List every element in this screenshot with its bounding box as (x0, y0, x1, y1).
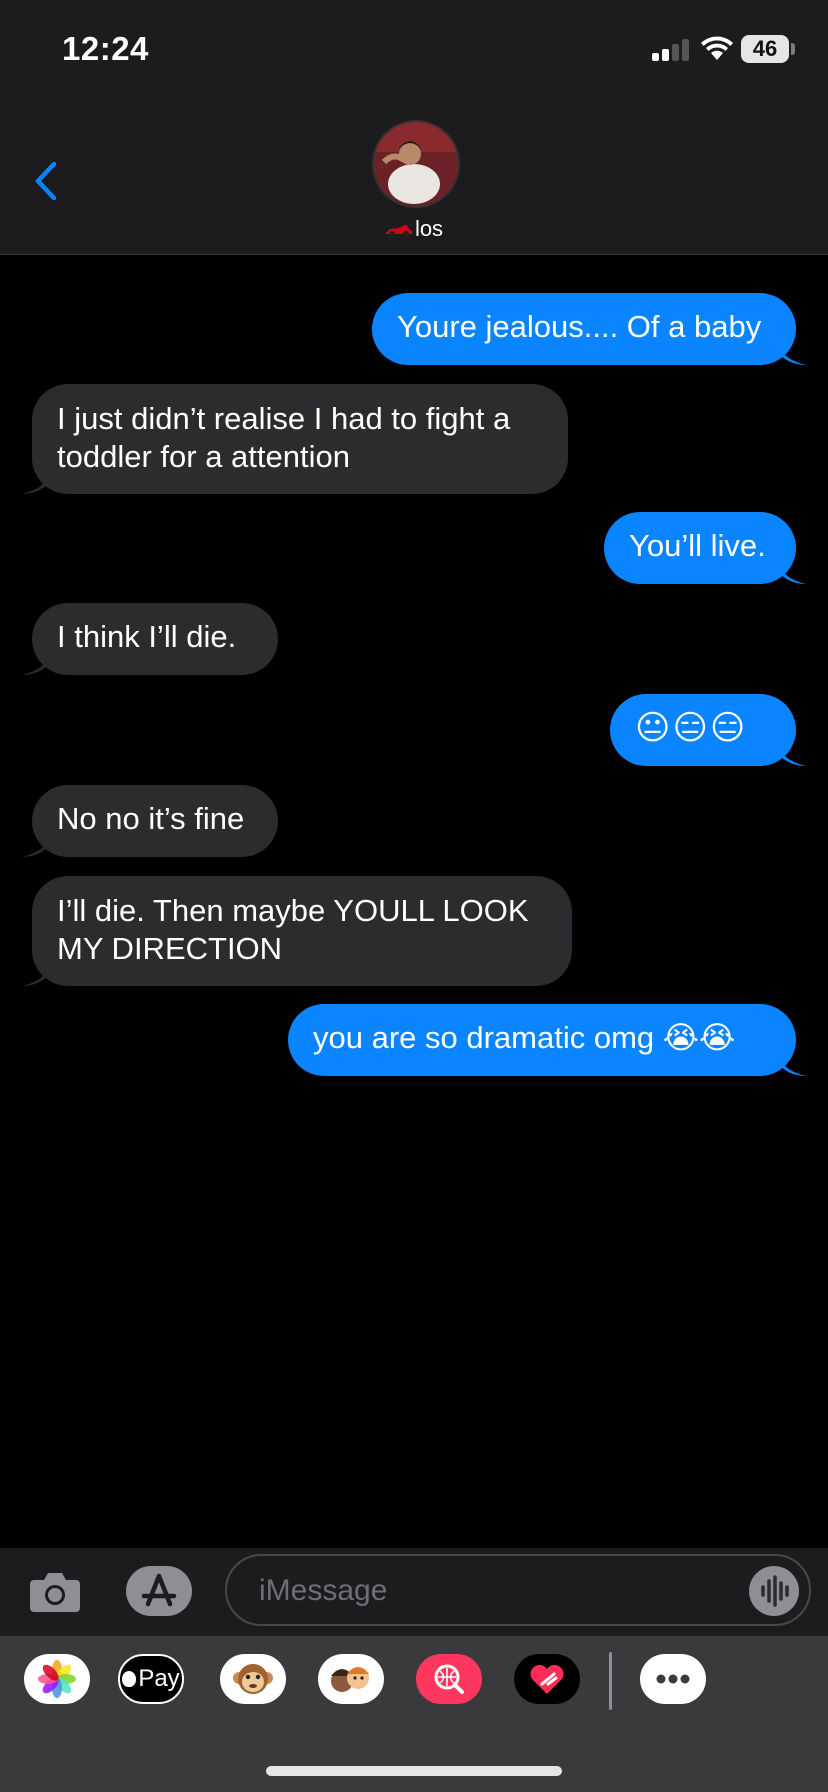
bubble-tail (22, 960, 52, 986)
status-time: 12:24 (62, 30, 149, 67)
contact-name: los (414, 216, 444, 241)
message-input[interactable] (257, 1568, 741, 1614)
message-text: you are so dramatic omg 😭😭 (313, 1020, 736, 1055)
apple-pay-app[interactable]: Pay (118, 1654, 184, 1704)
app-store-icon (141, 1573, 177, 1607)
bubble-tail (22, 831, 52, 857)
message-text: I think I’ll die. (57, 619, 237, 654)
home-indicator[interactable] (266, 1766, 562, 1776)
camera-icon[interactable] (28, 1568, 82, 1614)
message-text-line: I’ll die. Then maybe YOULL LOOK (57, 893, 529, 928)
back-chevron-icon[interactable] (30, 158, 62, 204)
message-text: You’ll live. (629, 528, 766, 563)
bubble-tail (776, 740, 806, 766)
app-store-button[interactable] (126, 1566, 192, 1616)
conversation-header: 12:24 46 los (0, 0, 828, 255)
apple-pay-label: Pay (138, 1665, 180, 1692)
message-text-line: I just didn’t realise I had to fight a (57, 401, 511, 436)
photos-app[interactable] (24, 1654, 90, 1704)
audio-message-button[interactable] (749, 1566, 799, 1616)
bubble-tail (22, 468, 52, 494)
message-text-line: toddler for a attention (57, 439, 350, 474)
race-car-icon (385, 225, 412, 238)
message-outgoing[interactable]: you are so dramatic omg 😭😭 (288, 1004, 806, 1076)
imessage-app-drawer: Pay (0, 1636, 828, 1792)
battery-cap-icon (791, 43, 795, 55)
drawer-separator (609, 1652, 612, 1710)
more-icon (656, 1674, 690, 1684)
message-text: Youre jealous.... Of a baby (397, 309, 762, 344)
message-outgoing[interactable]: Youre jealous.... Of a baby (372, 293, 806, 365)
animoji-app[interactable] (220, 1654, 286, 1704)
more-apps-button[interactable] (640, 1654, 706, 1704)
message-outgoing[interactable]: You’ll live. (604, 512, 806, 584)
avatar-photo (374, 122, 458, 206)
memoji-icon (331, 1667, 369, 1692)
contact-name-row[interactable]: los (0, 216, 828, 242)
message-composer (0, 1548, 828, 1636)
cellular-signal-icon (652, 39, 690, 61)
animoji-monkey-icon (233, 1664, 273, 1694)
images-search-icon (434, 1664, 464, 1694)
message-incoming[interactable]: I’ll die. Then maybe YOULL LOOK MY DIREC… (22, 876, 572, 986)
battery-level: 46 (741, 35, 789, 63)
contact-avatar[interactable] (372, 120, 460, 208)
bubble-tail (776, 1050, 806, 1076)
message-text: No no it’s fine (57, 801, 245, 836)
message-emoji: 😐😑😑 (635, 709, 748, 747)
apple-logo-icon (122, 1671, 137, 1687)
message-outgoing[interactable]: 😐😑😑 (610, 694, 806, 766)
message-incoming[interactable]: I think I’ll die. (22, 603, 278, 675)
bubble-tail (776, 558, 806, 584)
bubble-tail (776, 339, 806, 365)
waveform-icon (761, 1575, 789, 1607)
message-incoming[interactable]: I just didn’t realise I had to fight a t… (22, 384, 568, 494)
digital-touch-app[interactable] (514, 1654, 580, 1704)
wifi-icon (701, 36, 733, 60)
memoji-app[interactable] (318, 1654, 384, 1704)
digital-touch-icon (530, 1664, 564, 1694)
message-text-line: MY DIRECTION (57, 931, 283, 966)
message-incoming[interactable]: No no it’s fine (22, 785, 278, 857)
message-input-box[interactable] (225, 1554, 811, 1626)
images-search-app[interactable] (416, 1654, 482, 1704)
bubble-tail (22, 649, 52, 675)
photos-icon (38, 1660, 76, 1698)
